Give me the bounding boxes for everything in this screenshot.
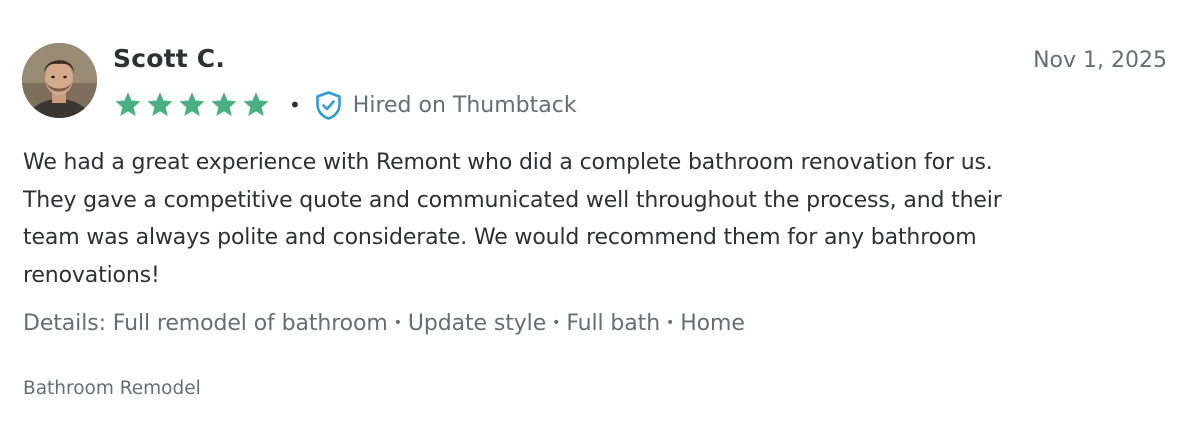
star-rating	[113, 90, 271, 120]
review-text-line: team was always polite and considerate. …	[23, 225, 977, 250]
details-separator: •	[552, 315, 561, 331]
reviewer-avatar	[22, 43, 97, 118]
review-date: Nov 1, 2025	[1033, 48, 1167, 73]
star-icon	[147, 92, 173, 116]
review-text-line: We had a great experience with Remont wh…	[23, 150, 993, 175]
star-icon	[211, 92, 237, 116]
review-text-line: renovations!	[23, 262, 160, 288]
star-icon	[179, 92, 205, 116]
details-prefix: Details:	[23, 311, 106, 336]
review-card: Scott C. Nov 1, 2025 • Hired on Thumbtac…	[0, 0, 1200, 421]
details-item: Full remodel of bathroom	[112, 311, 388, 336]
details-item: Home	[680, 311, 745, 336]
star-icon	[243, 92, 269, 116]
details-item: Full bath	[566, 311, 661, 336]
service-category: Bathroom Remodel	[23, 378, 201, 399]
project-details: Details: Full remodel of bathroom • Update…	[23, 311, 745, 336]
details-separator: •	[666, 315, 675, 331]
review-text-line: They gave a competitive quote and commun…	[23, 187, 1002, 213]
details-separator: •	[393, 315, 402, 331]
hired-on-thumbtack-label: Hired on Thumbtack	[352, 92, 577, 118]
star-icon	[115, 92, 141, 116]
reviewer-name: Scott C.	[113, 44, 226, 73]
shield-check-icon	[315, 90, 341, 120]
review-text: We had a great experience with Remont wh…	[23, 144, 1163, 294]
details-item: Update style	[407, 311, 547, 336]
rating-row: • Hired on Thumbtack	[113, 88, 577, 122]
separator-dot: •	[289, 93, 301, 117]
